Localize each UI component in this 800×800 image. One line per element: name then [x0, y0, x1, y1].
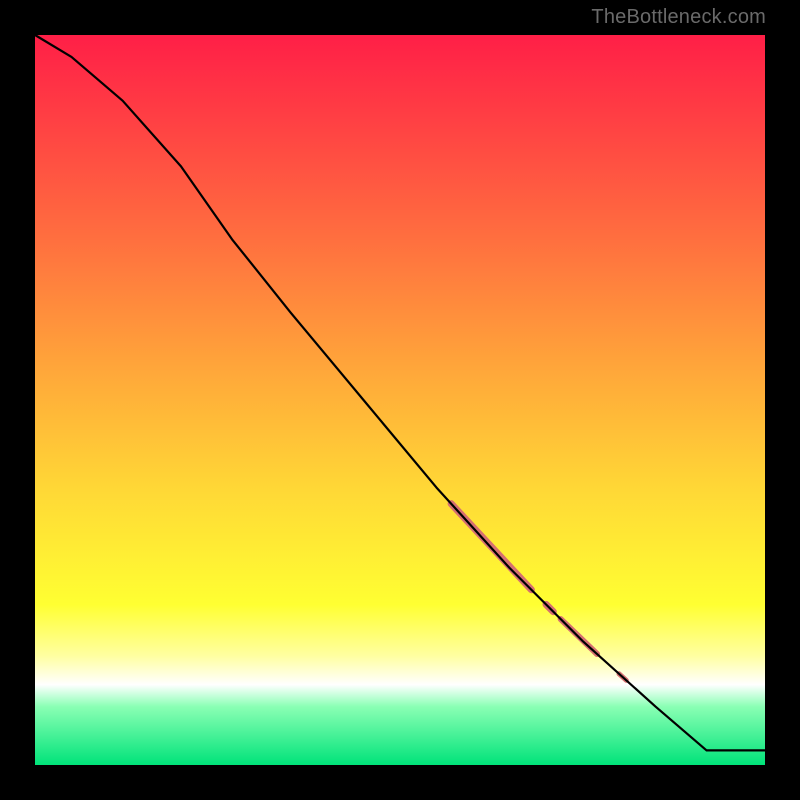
chart-svg — [35, 35, 765, 765]
main-curve — [35, 35, 765, 750]
attribution-label: TheBottleneck.com — [591, 6, 766, 29]
chart-frame: TheBottleneck.com — [0, 0, 800, 800]
plot-area — [35, 35, 765, 765]
highlight-group — [451, 504, 626, 681]
